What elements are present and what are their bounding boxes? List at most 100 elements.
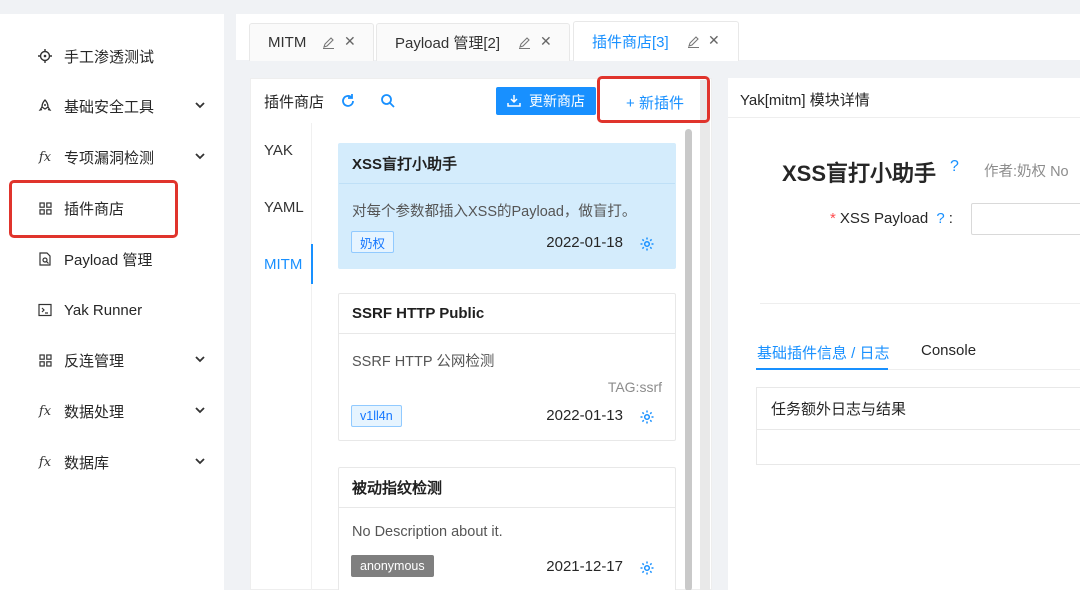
param-label-text: XSS Payload: [839, 210, 929, 227]
param-suffix: :: [948, 210, 953, 227]
sidebar-item-label: 基础安全工具: [64, 98, 155, 116]
extra-log-card: 任务额外日志与结果: [756, 387, 1080, 465]
download-icon: [507, 95, 521, 107]
sidebar-item-data-processing[interactable]: fx 数据处理: [0, 389, 224, 433]
active-tab-indicator: [756, 368, 888, 370]
search-icon[interactable]: [379, 92, 397, 110]
sidebar-item-label: 插件商店: [64, 200, 125, 218]
sidebar-item-label: 反连管理: [64, 352, 125, 370]
sidebar-item-database[interactable]: fx 数据库: [0, 440, 224, 484]
param-label: * XSS Payload ?:: [830, 210, 953, 227]
gear-icon[interactable]: [639, 409, 655, 425]
sidebar-item-vuln-detection[interactable]: fx 专项漏洞检测: [0, 135, 224, 179]
tab-yak[interactable]: YAK: [264, 142, 293, 159]
help-icon[interactable]: ?: [950, 158, 959, 176]
plugin-card-date: 2021-12-17: [546, 558, 623, 575]
plugin-card-title: XSS盲打小助手: [339, 144, 675, 184]
plugin-card-date: 2022-01-13: [546, 407, 623, 424]
detail-header: Yak[mitm] 模块详情: [728, 78, 1080, 118]
close-icon[interactable]: ✕: [708, 32, 720, 49]
chevron-down-icon: [195, 153, 205, 160]
edit-icon[interactable]: [518, 36, 531, 49]
divider: [760, 303, 1080, 304]
new-plugin-label: + 新插件: [626, 94, 684, 112]
tab-payload[interactable]: Payload 管理[2] ✕: [376, 23, 570, 61]
panel-title: 插件商店: [264, 94, 325, 111]
tab-label: Payload 管理[2]: [395, 35, 501, 52]
author-tag: anonymous: [351, 555, 434, 577]
sidebar-item-label: Yak Runner: [64, 301, 143, 319]
sidebar-item-manual-pentest[interactable]: 手工渗透测试: [0, 34, 224, 78]
sidebar-item-label: 专项漏洞检测: [64, 149, 155, 167]
plugin-card-title: 被动指纹检测: [339, 468, 675, 508]
terminal-icon: [38, 303, 52, 317]
update-store-button[interactable]: 更新商店: [496, 87, 596, 115]
plugin-card-title: SSRF HTTP Public: [339, 294, 675, 334]
edit-icon[interactable]: [687, 35, 700, 48]
active-tab-indicator: [311, 244, 313, 284]
chevron-down-icon: [195, 102, 205, 109]
log-card-title: 任务额外日志与结果: [757, 388, 1080, 430]
required-mark: *: [830, 210, 836, 227]
plugin-name: XSS盲打小助手: [782, 161, 937, 186]
crosshair-icon: [38, 49, 52, 63]
detail-header-title: Yak[mitm] 模块详情: [740, 92, 870, 109]
plugin-store-panel: 插件商店 更新商店 + 新插件 YAK YAML MITM XSS盲打小助手 对…: [250, 78, 712, 590]
new-plugin-button[interactable]: + 新插件: [602, 87, 708, 117]
plugin-detail-panel: Yak[mitm] 模块详情 XSS盲打小助手 ? 作者:奶权 No * XSS …: [728, 78, 1080, 590]
panel-resize-bar[interactable]: [700, 80, 710, 590]
tabs-divider: [311, 123, 312, 590]
tab-bar: MITM ✕ Payload 管理[2] ✕ 插件商店[3] ✕: [236, 14, 1080, 61]
author-overflow-text: No: [1050, 164, 1069, 180]
refresh-icon[interactable]: [339, 92, 357, 110]
tab-label: 插件商店[3]: [592, 34, 669, 51]
tab-mitm-type[interactable]: MITM: [264, 256, 302, 273]
tab-yaml[interactable]: YAML: [264, 199, 304, 216]
appstore-icon: [38, 201, 52, 215]
tab-plugin-store[interactable]: 插件商店[3] ✕: [573, 21, 739, 61]
sidebar-item-label: 手工渗透测试: [64, 48, 155, 66]
function-icon: fx: [38, 454, 52, 470]
help-icon[interactable]: ?: [936, 210, 944, 227]
function-icon: fx: [38, 403, 52, 419]
close-icon[interactable]: ✕: [344, 33, 356, 50]
plugin-card-date: 2022-01-18: [546, 234, 623, 251]
tab-mitm[interactable]: MITM ✕: [249, 23, 374, 61]
plugin-author: 作者:奶权 No: [984, 160, 1069, 181]
plugin-card-tags: TAG:ssrf: [607, 379, 662, 395]
sidebar-item-label: Payload 管理: [64, 251, 153, 269]
sidebar-item-plugin-store[interactable]: 插件商店: [0, 186, 224, 230]
chevron-down-icon: [195, 356, 205, 363]
chevron-down-icon: [195, 458, 205, 465]
function-icon: fx: [38, 149, 52, 165]
plugin-card-desc: SSRF HTTP 公网检测: [352, 354, 495, 370]
sidebar: 手工渗透测试 基础安全工具 fx 专项漏洞检测 插件商店 Payload 管理 …: [0, 14, 224, 590]
appstore-icon: [38, 353, 52, 367]
gear-icon[interactable]: [639, 560, 655, 576]
edit-icon[interactable]: [322, 36, 335, 49]
tab-plugin-info-log[interactable]: 基础插件信息 / 日志: [757, 342, 890, 363]
xss-payload-input[interactable]: [971, 203, 1080, 235]
update-store-label: 更新商店: [529, 93, 585, 109]
tab-console[interactable]: Console: [921, 342, 976, 359]
sidebar-item-basic-tools[interactable]: 基础安全工具: [0, 84, 224, 128]
chevron-down-icon: [195, 407, 205, 414]
gear-icon[interactable]: [639, 236, 655, 252]
plugin-card-desc: No Description about it.: [352, 524, 503, 540]
sidebar-item-label: 数据库: [64, 454, 110, 472]
plugin-card[interactable]: 被动指纹检测 No Description about it. anonymou…: [338, 467, 676, 590]
sidebar-item-reverse-manage[interactable]: 反连管理: [0, 338, 224, 382]
author-text: 作者:奶权: [984, 164, 1047, 180]
sidebar-item-payload-manage[interactable]: Payload 管理: [0, 237, 224, 281]
cards-scrollbar[interactable]: [685, 129, 692, 590]
plugin-card[interactable]: SSRF HTTP Public SSRF HTTP 公网检测 TAG:ssrf…: [338, 293, 676, 441]
tab-label: MITM: [268, 34, 307, 51]
file-search-icon: [38, 252, 52, 266]
author-tag: v1ll4n: [351, 405, 402, 427]
rocket-icon: [38, 99, 52, 113]
plugin-card[interactable]: XSS盲打小助手 对每个参数都插入XSS的Payload，做盲打。 奶权 202…: [338, 143, 676, 269]
sidebar-item-label: 数据处理: [64, 403, 125, 421]
close-icon[interactable]: ✕: [540, 33, 552, 50]
plugin-card-desc: 对每个参数都插入XSS的Payload，做盲打。: [352, 204, 637, 220]
sidebar-item-yak-runner[interactable]: Yak Runner: [0, 288, 224, 332]
